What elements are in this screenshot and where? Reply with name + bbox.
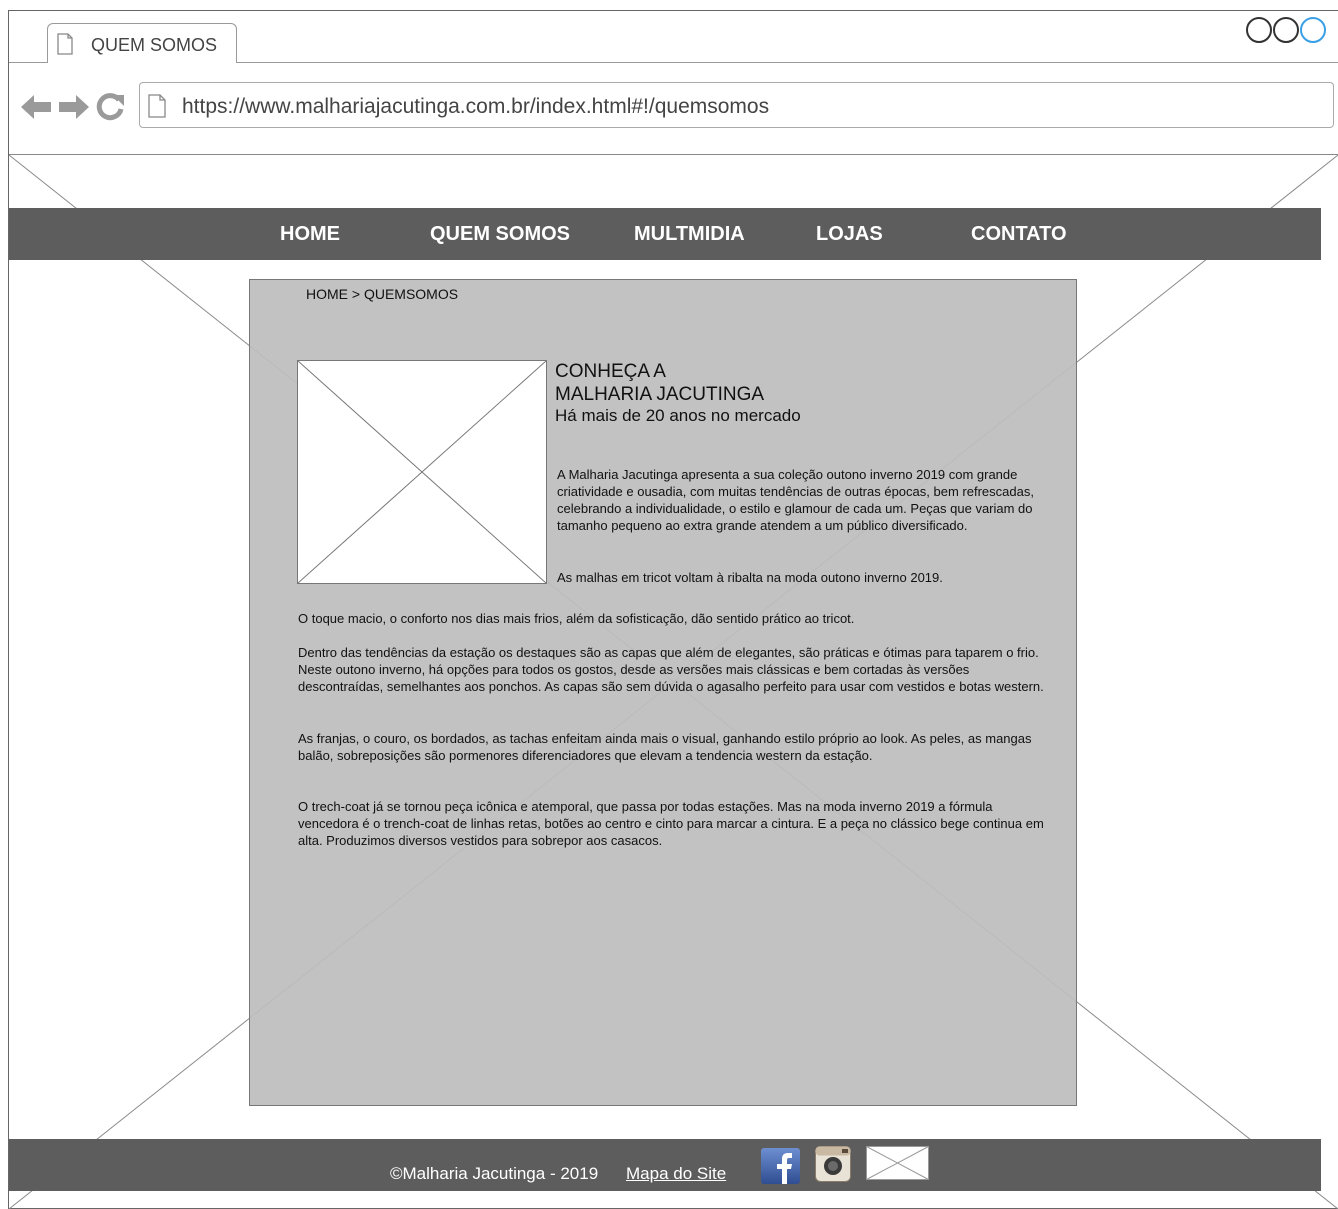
facebook-icon[interactable] [761, 1148, 800, 1184]
breadcrumb: HOME > QUEMSOMOS [306, 286, 459, 302]
nav-quem-somos[interactable]: QUEM SOMOS [430, 223, 570, 246]
nav-multimidia[interactable]: MULTMIDIA [634, 223, 745, 246]
site-nav: HOME QUEM SOMOS MULTMIDIA LOJAS CONTATO [9, 208, 1321, 260]
browser-nav-controls [20, 92, 126, 122]
body-paragraph: Dentro das tendências da estação os dest… [298, 645, 1044, 694]
mail-icon[interactable] [866, 1146, 929, 1180]
forward-arrow-icon[interactable] [58, 92, 90, 122]
site-footer: ©Malharia Jacutinga - 2019 Mapa do Site [9, 1139, 1321, 1191]
tab-title: QUEM SOMOS [91, 35, 218, 55]
address-bar[interactable]: https://www.malhariajacutinga.com.br/ind… [139, 82, 1334, 128]
window-close-button[interactable] [1300, 17, 1326, 43]
copyright-text: ©Malharia Jacutinga - 2019 [390, 1164, 599, 1183]
intro-paragraph: As malhas em tricot voltam à ribalta na … [557, 570, 943, 585]
body-paragraph: O toque macio, o conforto nos dias mais … [298, 611, 855, 626]
reload-icon[interactable] [96, 92, 126, 122]
nav-lojas[interactable]: LOJAS [816, 223, 883, 246]
browser-tab[interactable]: QUEM SOMOS [47, 23, 237, 63]
image-placeholder-cross [297, 360, 547, 584]
body-paragraph: O trech-coat já se tornou peça icônica e… [298, 799, 1044, 848]
nav-contato[interactable]: CONTATO [971, 223, 1067, 246]
nav-home[interactable]: HOME [280, 223, 340, 246]
image-placeholder [297, 360, 547, 584]
sitemap-link[interactable]: Mapa do Site [626, 1164, 726, 1184]
url-text: https://www.malhariajacutinga.com.br/ind… [182, 95, 770, 118]
instagram-icon[interactable] [815, 1146, 851, 1182]
body-paragraph: As franjas, o couro, os bordados, as tac… [298, 731, 1032, 763]
page-subtitle: Há mais de 20 anos no mercado [555, 406, 801, 425]
page-title-line2: MALHARIA JACUTINGA [555, 384, 765, 405]
page-icon [148, 94, 166, 118]
content-panel: HOME > QUEMSOMOS CONHEÇA A MALHARIA JACU… [249, 279, 1077, 1106]
page-title-line1: CONHEÇA A [555, 361, 666, 382]
back-arrow-icon[interactable] [20, 92, 52, 122]
page-title: CONHEÇA A MALHARIA JACUTINGA [555, 360, 764, 406]
window-maximize-button[interactable] [1273, 17, 1299, 43]
page-icon [57, 33, 73, 55]
window-minimize-button[interactable] [1246, 17, 1272, 43]
window-controls [1246, 17, 1326, 43]
intro-paragraph: A Malharia Jacutinga apresenta a sua col… [557, 467, 1034, 533]
